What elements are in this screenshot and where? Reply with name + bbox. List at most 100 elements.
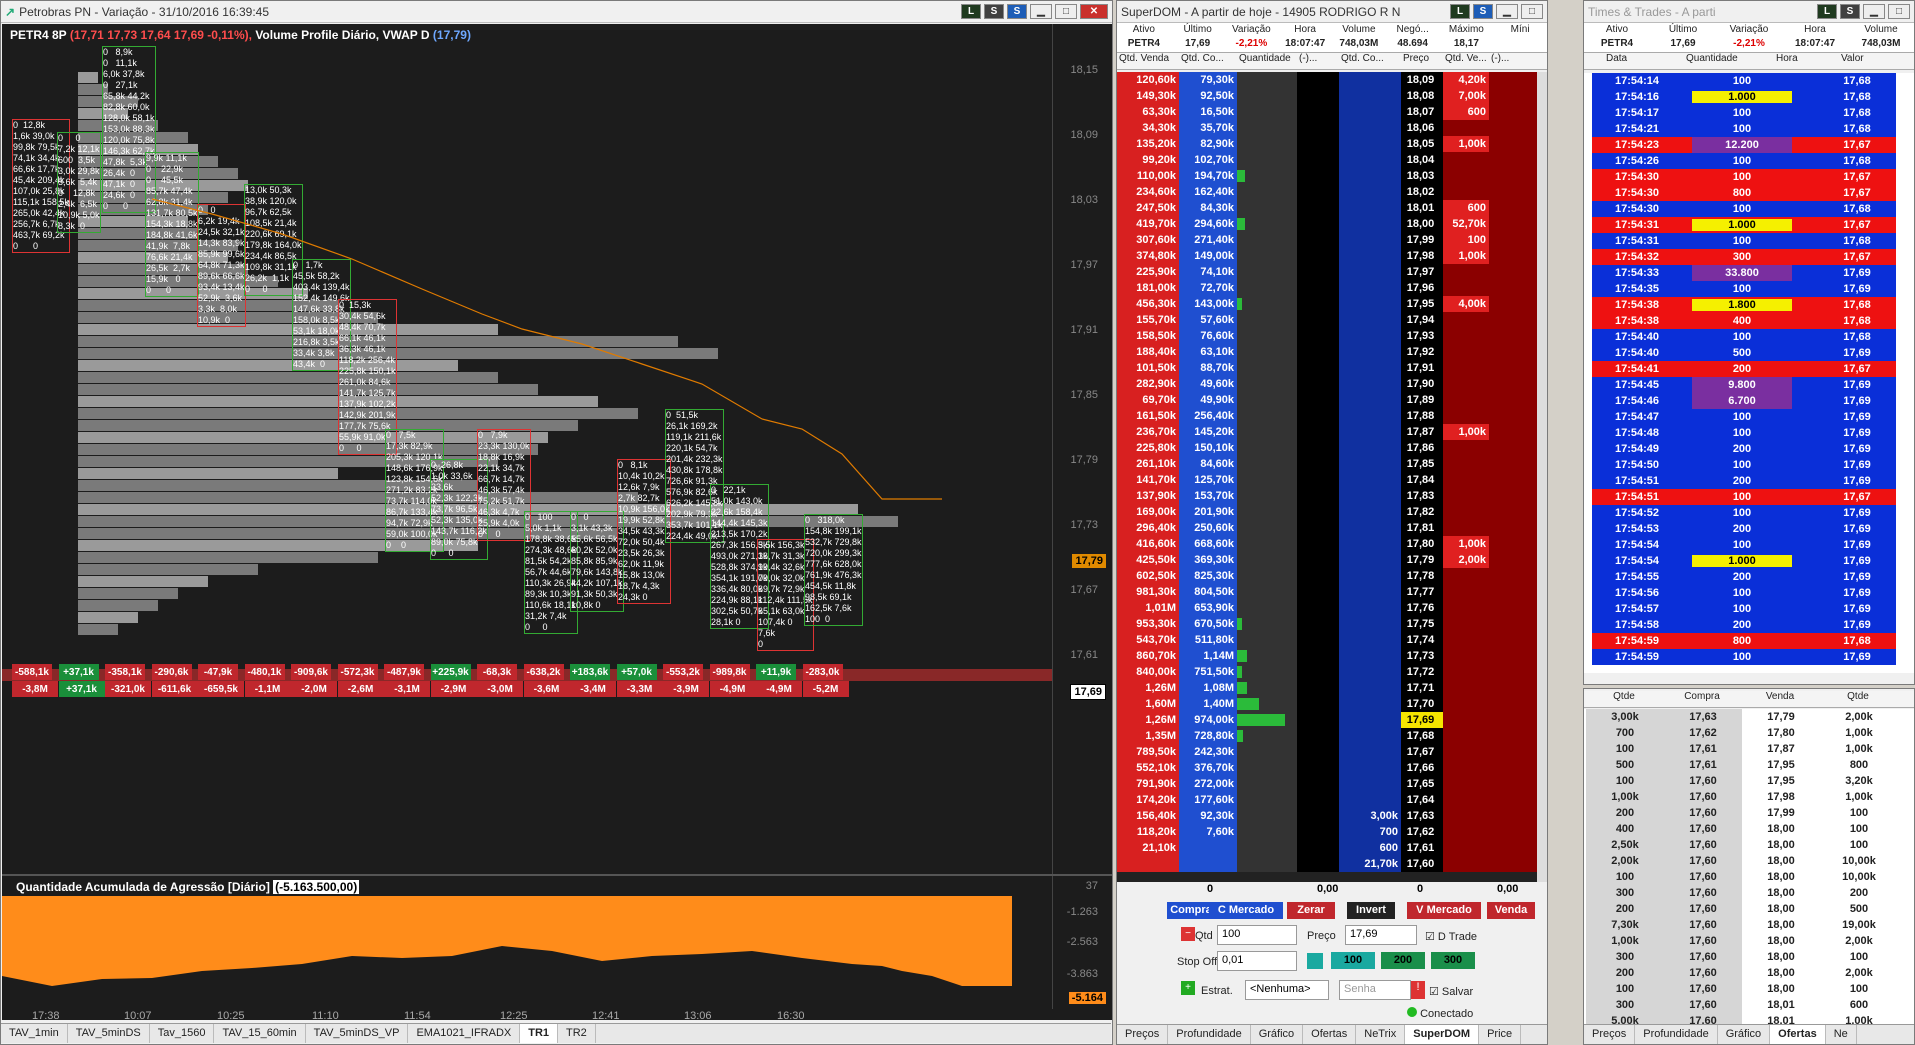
offers-tab[interactable]: Ne (1826, 1025, 1857, 1044)
dom-tab[interactable]: Ofertas (1303, 1025, 1357, 1044)
ladder-row[interactable]: 158,50k 76,60k 17,93 (1117, 328, 1537, 344)
ladder-row[interactable]: 307,60k 271,40k 17,99 100 (1117, 232, 1537, 248)
dom-column-header[interactable]: Preço (1401, 53, 1443, 69)
price-ladder[interactable]: 120,60k 79,30k 18,09 4,20k 149,30k 92,50k 18,0… (1117, 72, 1537, 882)
ladder-row[interactable]: 552,10k 376,70k 17,66 (1117, 760, 1537, 776)
tt-row[interactable]: 17:54:48 100 17,69 (1592, 425, 1896, 441)
offers-tab[interactable]: Profundidade (1635, 1025, 1718, 1044)
tt-row[interactable]: 17:54:59 100 17,69 (1592, 649, 1896, 665)
offer-row[interactable]: 100 17,61 17,87 1,00k (1586, 741, 1900, 757)
dom-column-header[interactable]: Qtd. Co... (1179, 53, 1237, 69)
ladder-row[interactable]: 602,50k 825,30k 17,78 (1117, 568, 1537, 584)
ladder-row[interactable]: 120,60k 79,30k 18,09 4,20k (1117, 72, 1537, 88)
ladder-row[interactable]: 63,30k 16,50k 18,07 600 (1117, 104, 1537, 120)
close-icon[interactable]: ✕ (1080, 4, 1108, 19)
ladder-row[interactable]: 155,70k 57,60k 17,94 (1117, 312, 1537, 328)
estrat-select[interactable]: <Nenhuma> (1245, 980, 1329, 1000)
tt-row[interactable]: 17:54:26 100 17,68 (1592, 153, 1896, 169)
tt-row[interactable]: 17:54:59 800 17,68 (1592, 633, 1896, 649)
dom-link-l-button[interactable]: L (1450, 4, 1470, 19)
offers-tab[interactable]: Gráfico (1718, 1025, 1771, 1044)
offer-row[interactable]: 200 17,60 17,99 100 (1586, 805, 1900, 821)
tt-row[interactable]: 17:54:41 200 17,67 (1592, 361, 1896, 377)
offer-row[interactable]: 400 17,60 18,00 100 (1586, 821, 1900, 837)
tt-minimize-icon[interactable]: ▁ (1863, 4, 1885, 19)
tt-row[interactable]: 17:54:31 100 17,68 (1592, 233, 1896, 249)
offers-column-header[interactable]: Qtde (1584, 691, 1662, 702)
minimize-icon[interactable]: ▁ (1030, 4, 1052, 19)
ladder-row[interactable]: 21,70k 17,60 (1117, 856, 1537, 872)
dom-minimize-icon[interactable]: ▁ (1496, 4, 1518, 19)
chart-tab[interactable]: TAV_5minDS (68, 1024, 150, 1043)
chart-canvas[interactable]: PETR4 8P (17,71 17,73 17,64 17,69 -0,11%… (2, 24, 1112, 1020)
ladder-row[interactable]: 188,40k 63,10k 17,92 (1117, 344, 1537, 360)
chart-tab[interactable]: TAV_5minDS_VP (306, 1024, 409, 1043)
tt-column-header[interactable]: Data (1604, 53, 1684, 64)
offers-tab[interactable]: Ofertas (1770, 1025, 1826, 1044)
ladder-row[interactable]: 1,35M 728,80k 17,68 (1117, 728, 1537, 744)
tt-row[interactable]: 17:54:17 100 17,68 (1592, 105, 1896, 121)
offer-row[interactable]: 100 17,60 18,00 100 (1586, 981, 1900, 997)
ladder-row[interactable]: 236,70k 145,20k 17,87 1,00k (1117, 424, 1537, 440)
tt-row[interactable]: 17:54:33 33.800 17,69 (1592, 265, 1896, 281)
qty-200-button[interactable]: 200 (1381, 952, 1425, 969)
offer-row[interactable]: 500 17,61 17,95 800 (1586, 757, 1900, 773)
tt-row[interactable]: 17:54:57 100 17,69 (1592, 601, 1896, 617)
tt-row[interactable]: 17:54:52 100 17,69 (1592, 505, 1896, 521)
tt-link-l-button[interactable]: L (1817, 4, 1837, 19)
dom-tab[interactable]: Preços (1117, 1025, 1169, 1044)
dom-tab[interactable]: Gráfico (1251, 1025, 1304, 1044)
dom-tab[interactable]: SuperDOM (1405, 1025, 1480, 1044)
qty-100-button[interactable]: 100 (1331, 952, 1375, 969)
ladder-row[interactable]: 156,40k 92,30k 3,00k 17,63 (1117, 808, 1537, 824)
tt-link-s-button[interactable]: S (1840, 4, 1860, 19)
offer-row[interactable]: 2,50k 17,60 18,00 100 (1586, 837, 1900, 853)
ladder-row[interactable]: 840,00k 751,50k 17,72 (1117, 664, 1537, 680)
order-button[interactable]: Compra (1167, 902, 1215, 919)
offer-row[interactable]: 100 17,60 18,00 10,00k (1586, 869, 1900, 885)
ladder-row[interactable]: 1,01M 653,90k 17,76 (1117, 600, 1537, 616)
dom-column-header[interactable]: Quantidade (1237, 53, 1297, 69)
tt-row[interactable]: 17:54:51 100 17,67 (1592, 489, 1896, 505)
stop-input[interactable]: 0,01 (1217, 951, 1297, 971)
tt-row[interactable]: 17:54:45 9.800 17,69 (1592, 377, 1896, 393)
offer-row[interactable]: 200 17,60 18,00 2,00k (1586, 965, 1900, 981)
tt-row[interactable]: 17:54:35 100 17,69 (1592, 281, 1896, 297)
ladder-row[interactable]: 225,90k 74,10k 17,97 (1117, 264, 1537, 280)
tt-row[interactable]: 17:54:46 6.700 17,69 (1592, 393, 1896, 409)
order-button[interactable]: Invert (1347, 902, 1395, 919)
ladder-row[interactable]: 101,50k 88,70k 17,91 (1117, 360, 1537, 376)
chart-tab[interactable]: TAV_1min (1, 1024, 68, 1043)
ladder-row[interactable]: 981,30k 804,50k 17,77 (1117, 584, 1537, 600)
tt-row[interactable]: 17:54:47 100 17,69 (1592, 409, 1896, 425)
tt-row[interactable]: 17:54:23 12.200 17,67 (1592, 137, 1896, 153)
dom-column-header[interactable]: (-)... (1489, 53, 1537, 69)
ladder-row[interactable]: 456,30k 143,00k 17,95 4,00k (1117, 296, 1537, 312)
ladder-row[interactable]: 181,00k 72,70k 17,96 (1117, 280, 1537, 296)
offer-row[interactable]: 1,00k 17,60 18,00 2,00k (1586, 933, 1900, 949)
offer-row[interactable]: 2,00k 17,60 18,00 10,00k (1586, 853, 1900, 869)
tt-row[interactable]: 17:54:54 1.000 17,69 (1592, 553, 1896, 569)
tt-row[interactable]: 17:54:51 200 17,69 (1592, 473, 1896, 489)
ladder-row[interactable]: 174,20k 177,60k 17,64 (1117, 792, 1537, 808)
tt-row[interactable]: 17:54:58 200 17,69 (1592, 617, 1896, 633)
tt-row[interactable]: 17:54:40 500 17,69 (1592, 345, 1896, 361)
link-s-button[interactable]: S (984, 4, 1004, 19)
tt-column-header[interactable]: Quantidade (1684, 53, 1764, 64)
ladder-row[interactable]: 141,70k 125,70k 17,84 (1117, 472, 1537, 488)
chart-tab[interactable]: TR2 (558, 1024, 596, 1043)
chart-tab[interactable]: TAV_15_60min (214, 1024, 306, 1043)
chart-tab[interactable]: EMA1021_IFRADX (408, 1024, 521, 1043)
ladder-row[interactable]: 169,00k 201,90k 17,82 (1117, 504, 1537, 520)
offers-column-header[interactable]: Compra (1662, 691, 1740, 702)
offer-row[interactable]: 300 17,60 18,01 600 (1586, 997, 1900, 1013)
tt-row[interactable]: 17:54:16 1.000 17,68 (1592, 89, 1896, 105)
ladder-row[interactable]: 419,70k 294,60k 18,00 52,70k (1117, 216, 1537, 232)
dom-scrollbar[interactable] (1537, 72, 1547, 882)
tt-row[interactable]: 17:54:14 100 17,68 (1592, 73, 1896, 89)
offer-row[interactable]: 700 17,62 17,80 1,00k (1586, 725, 1900, 741)
ladder-row[interactable]: 34,30k 35,70k 18,06 (1117, 120, 1537, 136)
chart-tab[interactable]: TR1 (520, 1024, 559, 1043)
tt-row[interactable]: 17:54:38 1.800 17,68 (1592, 297, 1896, 313)
tt-row[interactable]: 17:54:55 200 17,69 (1592, 569, 1896, 585)
